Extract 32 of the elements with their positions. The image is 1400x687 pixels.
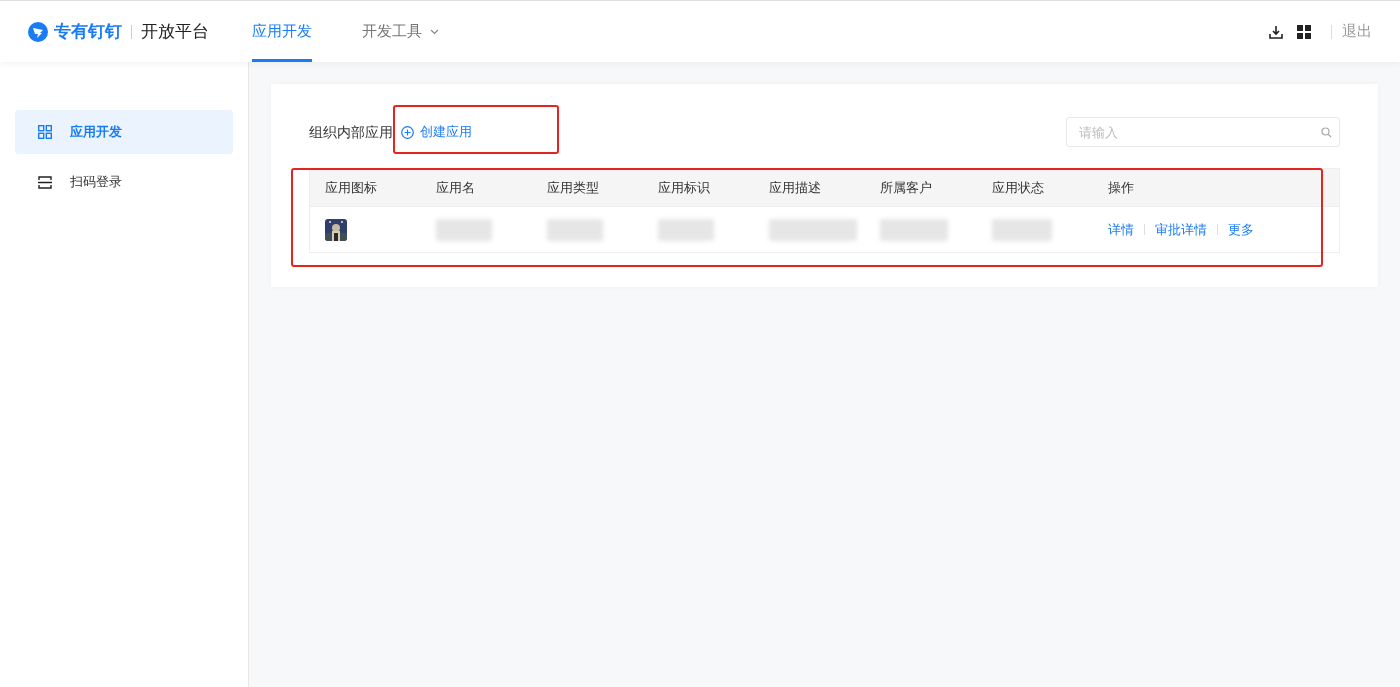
- sidebar-item[interactable]: 扫码登录: [15, 160, 233, 204]
- apps-grid-icon[interactable]: [1297, 24, 1311, 39]
- action-link[interactable]: 更多: [1228, 219, 1254, 240]
- section-title: 组织内部应用: [309, 122, 393, 142]
- blurred-text: [436, 218, 492, 241]
- nav-tab[interactable]: 开发工具: [362, 1, 439, 62]
- plus-circle-icon: [401, 125, 414, 139]
- brand-name: 专有钉钉: [54, 20, 122, 43]
- column-header: 应用名: [436, 179, 475, 195]
- sidebar-item[interactable]: 应用开发: [15, 110, 233, 154]
- action-link[interactable]: 审批详情: [1155, 219, 1207, 240]
- column-header: 操作: [1108, 179, 1134, 195]
- blurred-text: [547, 218, 603, 241]
- column-header: 应用描述: [769, 179, 821, 195]
- column-header: 所属客户: [880, 179, 932, 195]
- search-field[interactable]: 请输入: [1066, 117, 1340, 147]
- nav-tab[interactable]: 应用开发: [252, 1, 312, 62]
- blurred-text: [880, 218, 948, 241]
- column-header: 应用状态: [992, 179, 1044, 195]
- scan-icon: [38, 175, 52, 189]
- logo-icon: [28, 21, 48, 42]
- blurred-text: [658, 218, 714, 241]
- blurred-text: [992, 218, 1052, 241]
- grid-icon: [38, 125, 52, 139]
- logout-link[interactable]: 退出: [1342, 20, 1372, 43]
- platform-title: 开放平台: [141, 20, 209, 43]
- column-header: 应用图标: [325, 179, 377, 195]
- column-header: 应用类型: [547, 179, 599, 195]
- column-header: 应用标识: [658, 179, 710, 195]
- create-app-button[interactable]: 创建应用: [401, 122, 472, 142]
- action-link[interactable]: 详情: [1108, 219, 1134, 240]
- download-icon[interactable]: [1269, 24, 1283, 39]
